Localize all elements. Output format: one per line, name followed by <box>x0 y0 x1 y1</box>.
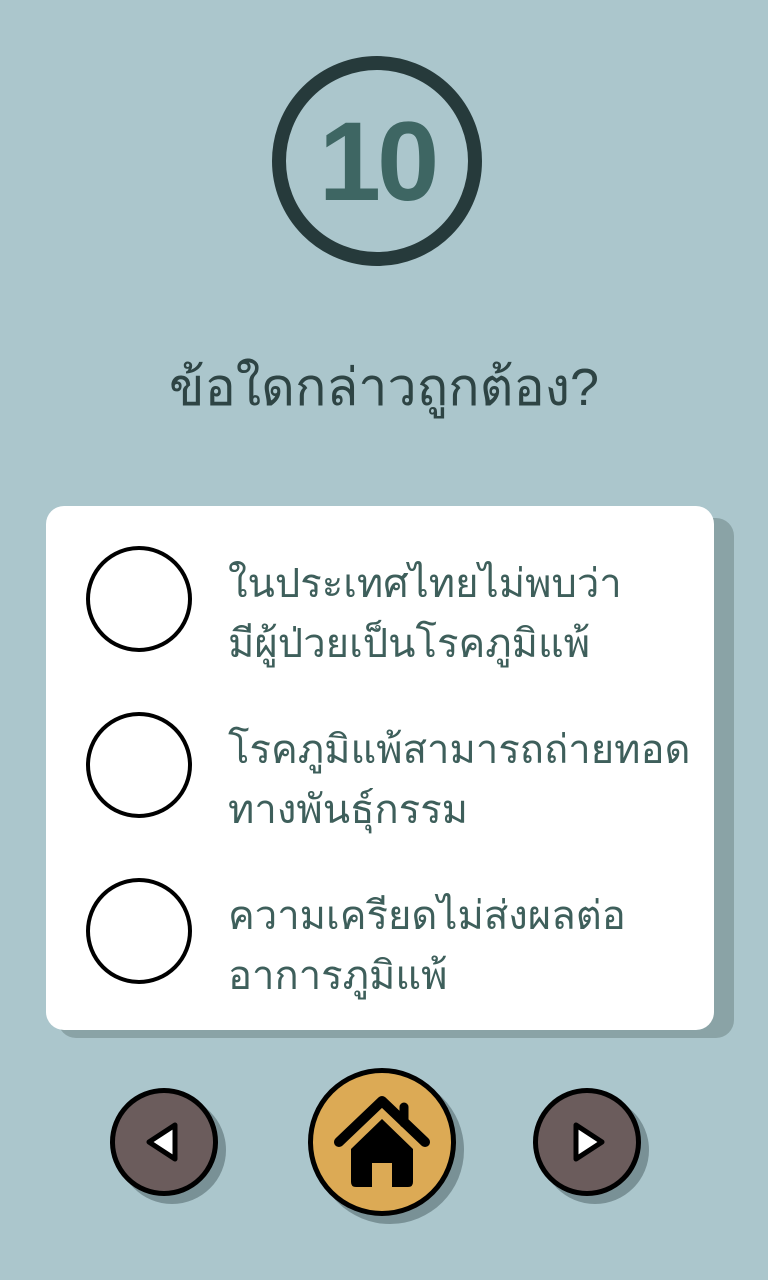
triangle-right-icon <box>573 1122 605 1162</box>
radio-button[interactable] <box>86 878 192 984</box>
options-card: ในประเทศไทยไม่พบว่า มีผู้ป่วยเป็นโรคภูมิ… <box>46 506 714 1030</box>
question-text: ข้อใดกล่าวถูกต้อง? <box>169 359 599 417</box>
question-number: 10 <box>318 98 440 224</box>
option-1[interactable]: ในประเทศไทยไม่พบว่า มีผู้ป่วยเป็นโรคภูมิ… <box>46 506 714 666</box>
triangle-left-icon <box>146 1122 178 1162</box>
home-icon <box>334 1096 430 1187</box>
next-button[interactable] <box>533 1088 641 1196</box>
radio-button[interactable] <box>86 712 192 818</box>
option-label: ในประเทศไทยไม่พบว่า มีผู้ป่วยเป็นโรคภูมิ… <box>228 562 622 666</box>
question-number-badge: 10 <box>272 56 482 266</box>
option-3[interactable]: ความเครียดไม่ส่งผลต่อ อาการภูมิแพ้ <box>46 838 714 998</box>
home-button[interactable] <box>308 1068 456 1216</box>
option-label: โรคภูมิแพ้สามารถถ่ายทอด ทางพันธุ์กรรม <box>228 728 691 832</box>
option-2[interactable]: โรคภูมิแพ้สามารถถ่ายทอด ทางพันธุ์กรรม <box>46 672 714 832</box>
radio-button[interactable] <box>86 546 192 652</box>
option-label: ความเครียดไม่ส่งผลต่อ อาการภูมิแพ้ <box>228 894 626 998</box>
previous-button[interactable] <box>110 1088 218 1196</box>
